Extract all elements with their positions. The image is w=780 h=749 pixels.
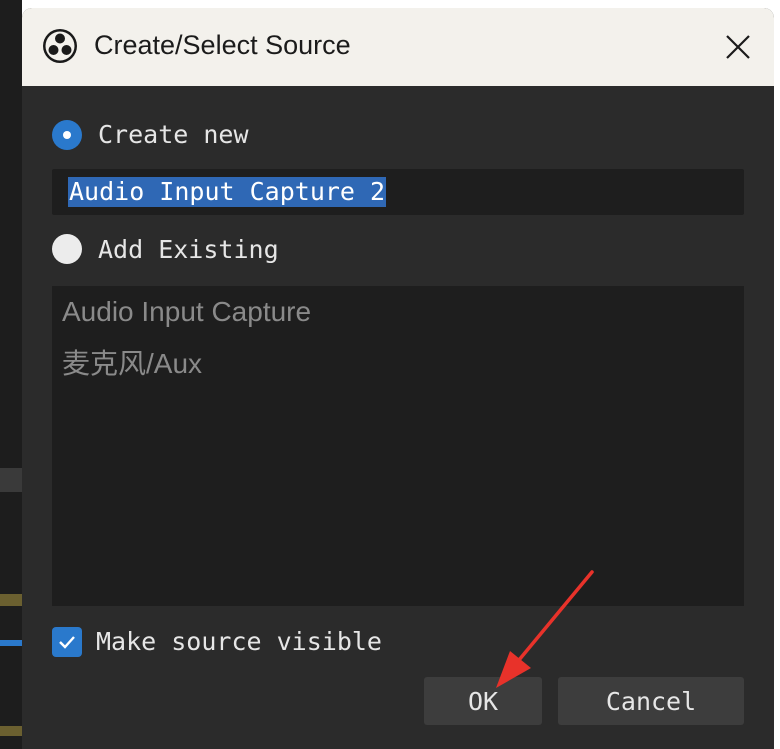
annotation-arrow-icon — [496, 570, 594, 688]
